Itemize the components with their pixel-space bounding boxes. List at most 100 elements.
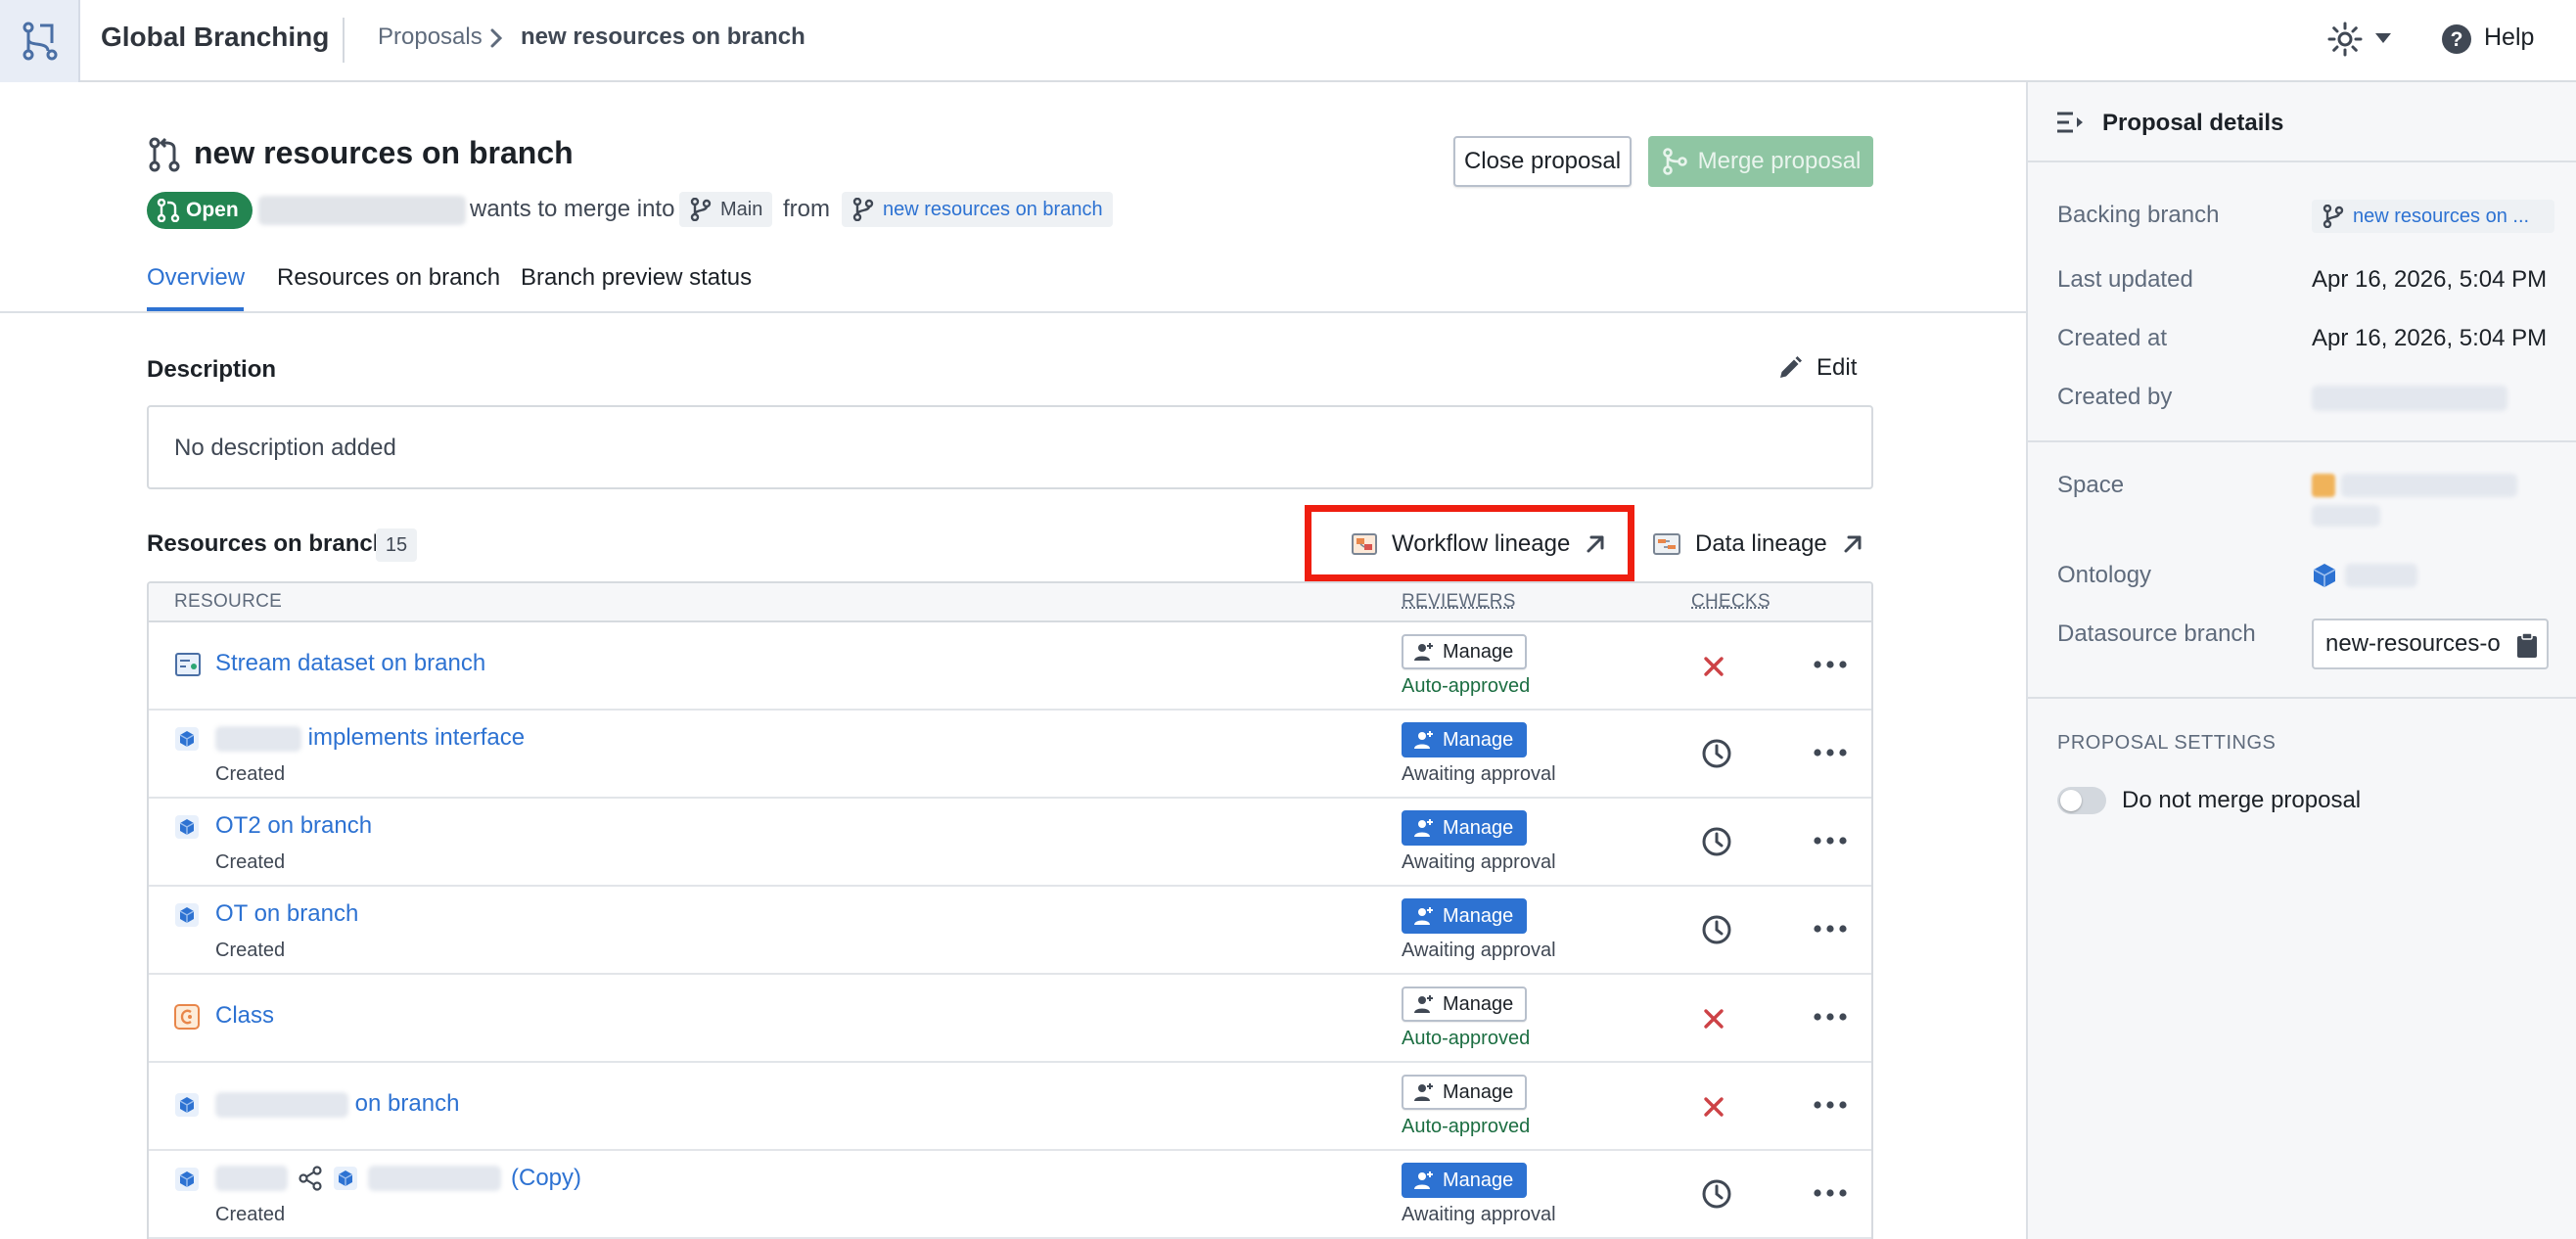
approval-status: Awaiting approval — [1402, 940, 1556, 961]
ontology-icon — [2313, 564, 2336, 587]
author-redacted — [258, 196, 466, 225]
resource-change-type: Created — [215, 763, 286, 785]
more-options-icon[interactable] — [1813, 1098, 1848, 1112]
resource-name-link[interactable]: (Copy) — [215, 1165, 581, 1192]
add-user-icon — [1414, 1171, 1433, 1189]
manage-reviewers-button[interactable]: Manage — [1402, 1075, 1528, 1110]
resource-name-link[interactable]: Stream dataset on branch — [215, 650, 485, 677]
more-options-icon[interactable] — [1813, 658, 1848, 671]
more-options-icon[interactable] — [1813, 834, 1848, 848]
close-proposal-button[interactable]: Close proposal — [1453, 136, 1632, 187]
check-failed-icon[interactable] — [1701, 1006, 1726, 1032]
resource-name-link[interactable]: implements interface — [215, 724, 525, 752]
data-lineage-link[interactable]: Data lineage — [1652, 530, 1864, 558]
check-failed-icon[interactable] — [1701, 1094, 1726, 1120]
status-badge: Open — [147, 192, 253, 229]
approval-status: Auto-approved — [1402, 675, 1531, 697]
resource-change-type: Created — [215, 1204, 286, 1225]
app-logo-cell[interactable] — [0, 0, 80, 82]
divider — [343, 18, 345, 63]
manage-label: Manage — [1443, 640, 1514, 663]
merge-intent-text: wants to merge into — [470, 196, 675, 222]
manage-reviewers-button[interactable]: Manage — [1402, 722, 1528, 757]
ontology-object-icon — [175, 903, 199, 927]
edit-description-button[interactable]: Edit — [1777, 354, 1857, 382]
clock-icon[interactable] — [1701, 738, 1732, 769]
link-type-icon — [299, 1166, 322, 1191]
help-icon[interactable]: ? — [2441, 23, 2472, 55]
manage-reviewers-button[interactable]: Manage — [1402, 1163, 1528, 1198]
table-row[interactable]: on branch Manage Auto-approved — [149, 1063, 1871, 1151]
do-not-merge-toggle[interactable] — [2057, 787, 2106, 814]
manage-reviewers-button[interactable]: Manage — [1402, 898, 1528, 934]
manage-reviewers-button[interactable]: Manage — [1402, 987, 1528, 1022]
more-options-icon[interactable] — [1813, 922, 1848, 936]
resources-count-badge: 15 — [376, 528, 417, 562]
check-failed-icon[interactable] — [1701, 654, 1726, 679]
add-user-icon — [1414, 1083, 1433, 1101]
panel-title: Proposal details — [2102, 110, 2284, 136]
breadcrumb-proposals[interactable]: Proposals — [378, 23, 483, 51]
svg-text:?: ? — [2451, 28, 2463, 51]
proposal-details-panel: Proposal details Backing branch new reso… — [2026, 82, 2576, 1239]
resource-name-link[interactable]: on branch — [215, 1090, 459, 1118]
clock-icon[interactable] — [1701, 1178, 1732, 1210]
more-options-icon[interactable] — [1813, 1010, 1848, 1024]
column-header-reviewers[interactable]: REVIEWERS — [1402, 591, 1516, 613]
approval-status: Auto-approved — [1402, 1116, 1531, 1137]
theme-toggle-icon[interactable] — [2327, 22, 2363, 57]
help-link[interactable]: Help — [2484, 23, 2534, 52]
resource-name-link[interactable]: OT on branch — [215, 900, 358, 928]
last-updated-label: Last updated — [2057, 266, 2193, 293]
resource-name-link[interactable]: Class — [215, 1002, 274, 1030]
collapse-panel-icon[interactable] — [2055, 110, 2085, 135]
tab-resources-on-branch[interactable]: Resources on branch — [277, 264, 500, 292]
tab-overview[interactable]: Overview — [147, 264, 245, 292]
ontology-redacted — [2345, 564, 2417, 587]
edit-label: Edit — [1817, 354, 1858, 381]
more-options-icon[interactable] — [1813, 1186, 1848, 1200]
proposal-title: new resources on branch — [194, 135, 574, 170]
approval-status: Awaiting approval — [1402, 851, 1556, 873]
table-row[interactable]: OT2 on branch Created Manage Awaiting ap… — [149, 799, 1871, 887]
created-by-label: Created by — [2057, 384, 2173, 410]
table-row[interactable]: Stream dataset on branch Manage Auto-app… — [149, 622, 1871, 711]
table-row[interactable]: OT on branch Created Manage Awaiting app… — [149, 887, 1871, 975]
pull-request-icon — [149, 137, 180, 172]
datasource-branch-input[interactable] — [2325, 630, 2502, 658]
backing-branch-tag[interactable]: new resources on ... — [2312, 200, 2554, 233]
table-row[interactable]: implements interface Created Manage Awai… — [149, 711, 1871, 799]
ontology-object-icon — [175, 815, 199, 839]
tab-branch-preview-status[interactable]: Branch preview status — [521, 264, 752, 292]
table-row[interactable]: (Copy) Created Manage Awaiting approval — [149, 1151, 1871, 1239]
resource-name-text: on branch — [354, 1090, 460, 1117]
source-branch-tag[interactable]: new resources on branch — [842, 192, 1113, 227]
last-updated-value: Apr 16, 2026, 5:04 PM — [2312, 266, 2548, 293]
target-branch-tag[interactable]: Main — [679, 192, 773, 227]
resource-change-type: Created — [215, 940, 286, 961]
column-header-checks[interactable]: CHECKS — [1691, 591, 1771, 613]
highlight-annotation — [1305, 505, 1634, 581]
description-box[interactable] — [147, 405, 1873, 489]
caret-down-icon[interactable] — [2374, 31, 2392, 45]
clock-icon[interactable] — [1701, 826, 1732, 857]
more-options-icon[interactable] — [1813, 746, 1848, 759]
resource-name-text: (Copy) — [511, 1165, 582, 1191]
arrow-top-right-icon — [1844, 535, 1862, 553]
resource-name-link[interactable]: OT2 on branch — [215, 812, 372, 840]
datasource-branch-label: Datasource branch — [2057, 620, 2256, 647]
status-badge-label: Open — [186, 199, 239, 221]
merge-proposal-button[interactable]: Merge proposal — [1648, 136, 1873, 187]
backing-branch-label: Backing branch — [2057, 202, 2220, 228]
datasource-branch-field[interactable] — [2312, 619, 2549, 669]
tabs-divider — [0, 311, 2026, 313]
clipboard-icon[interactable] — [2515, 632, 2539, 660]
manage-label: Manage — [1443, 992, 1514, 1015]
manage-reviewers-button[interactable]: Manage — [1402, 634, 1528, 669]
space-redacted — [2341, 474, 2517, 497]
clock-icon[interactable] — [1701, 914, 1732, 945]
do-not-merge-label: Do not merge proposal — [2122, 787, 2362, 813]
data-lineage-label: Data lineage — [1695, 530, 1827, 557]
manage-reviewers-button[interactable]: Manage — [1402, 810, 1528, 846]
table-row[interactable]: Class Manage Auto-approved — [149, 975, 1871, 1063]
